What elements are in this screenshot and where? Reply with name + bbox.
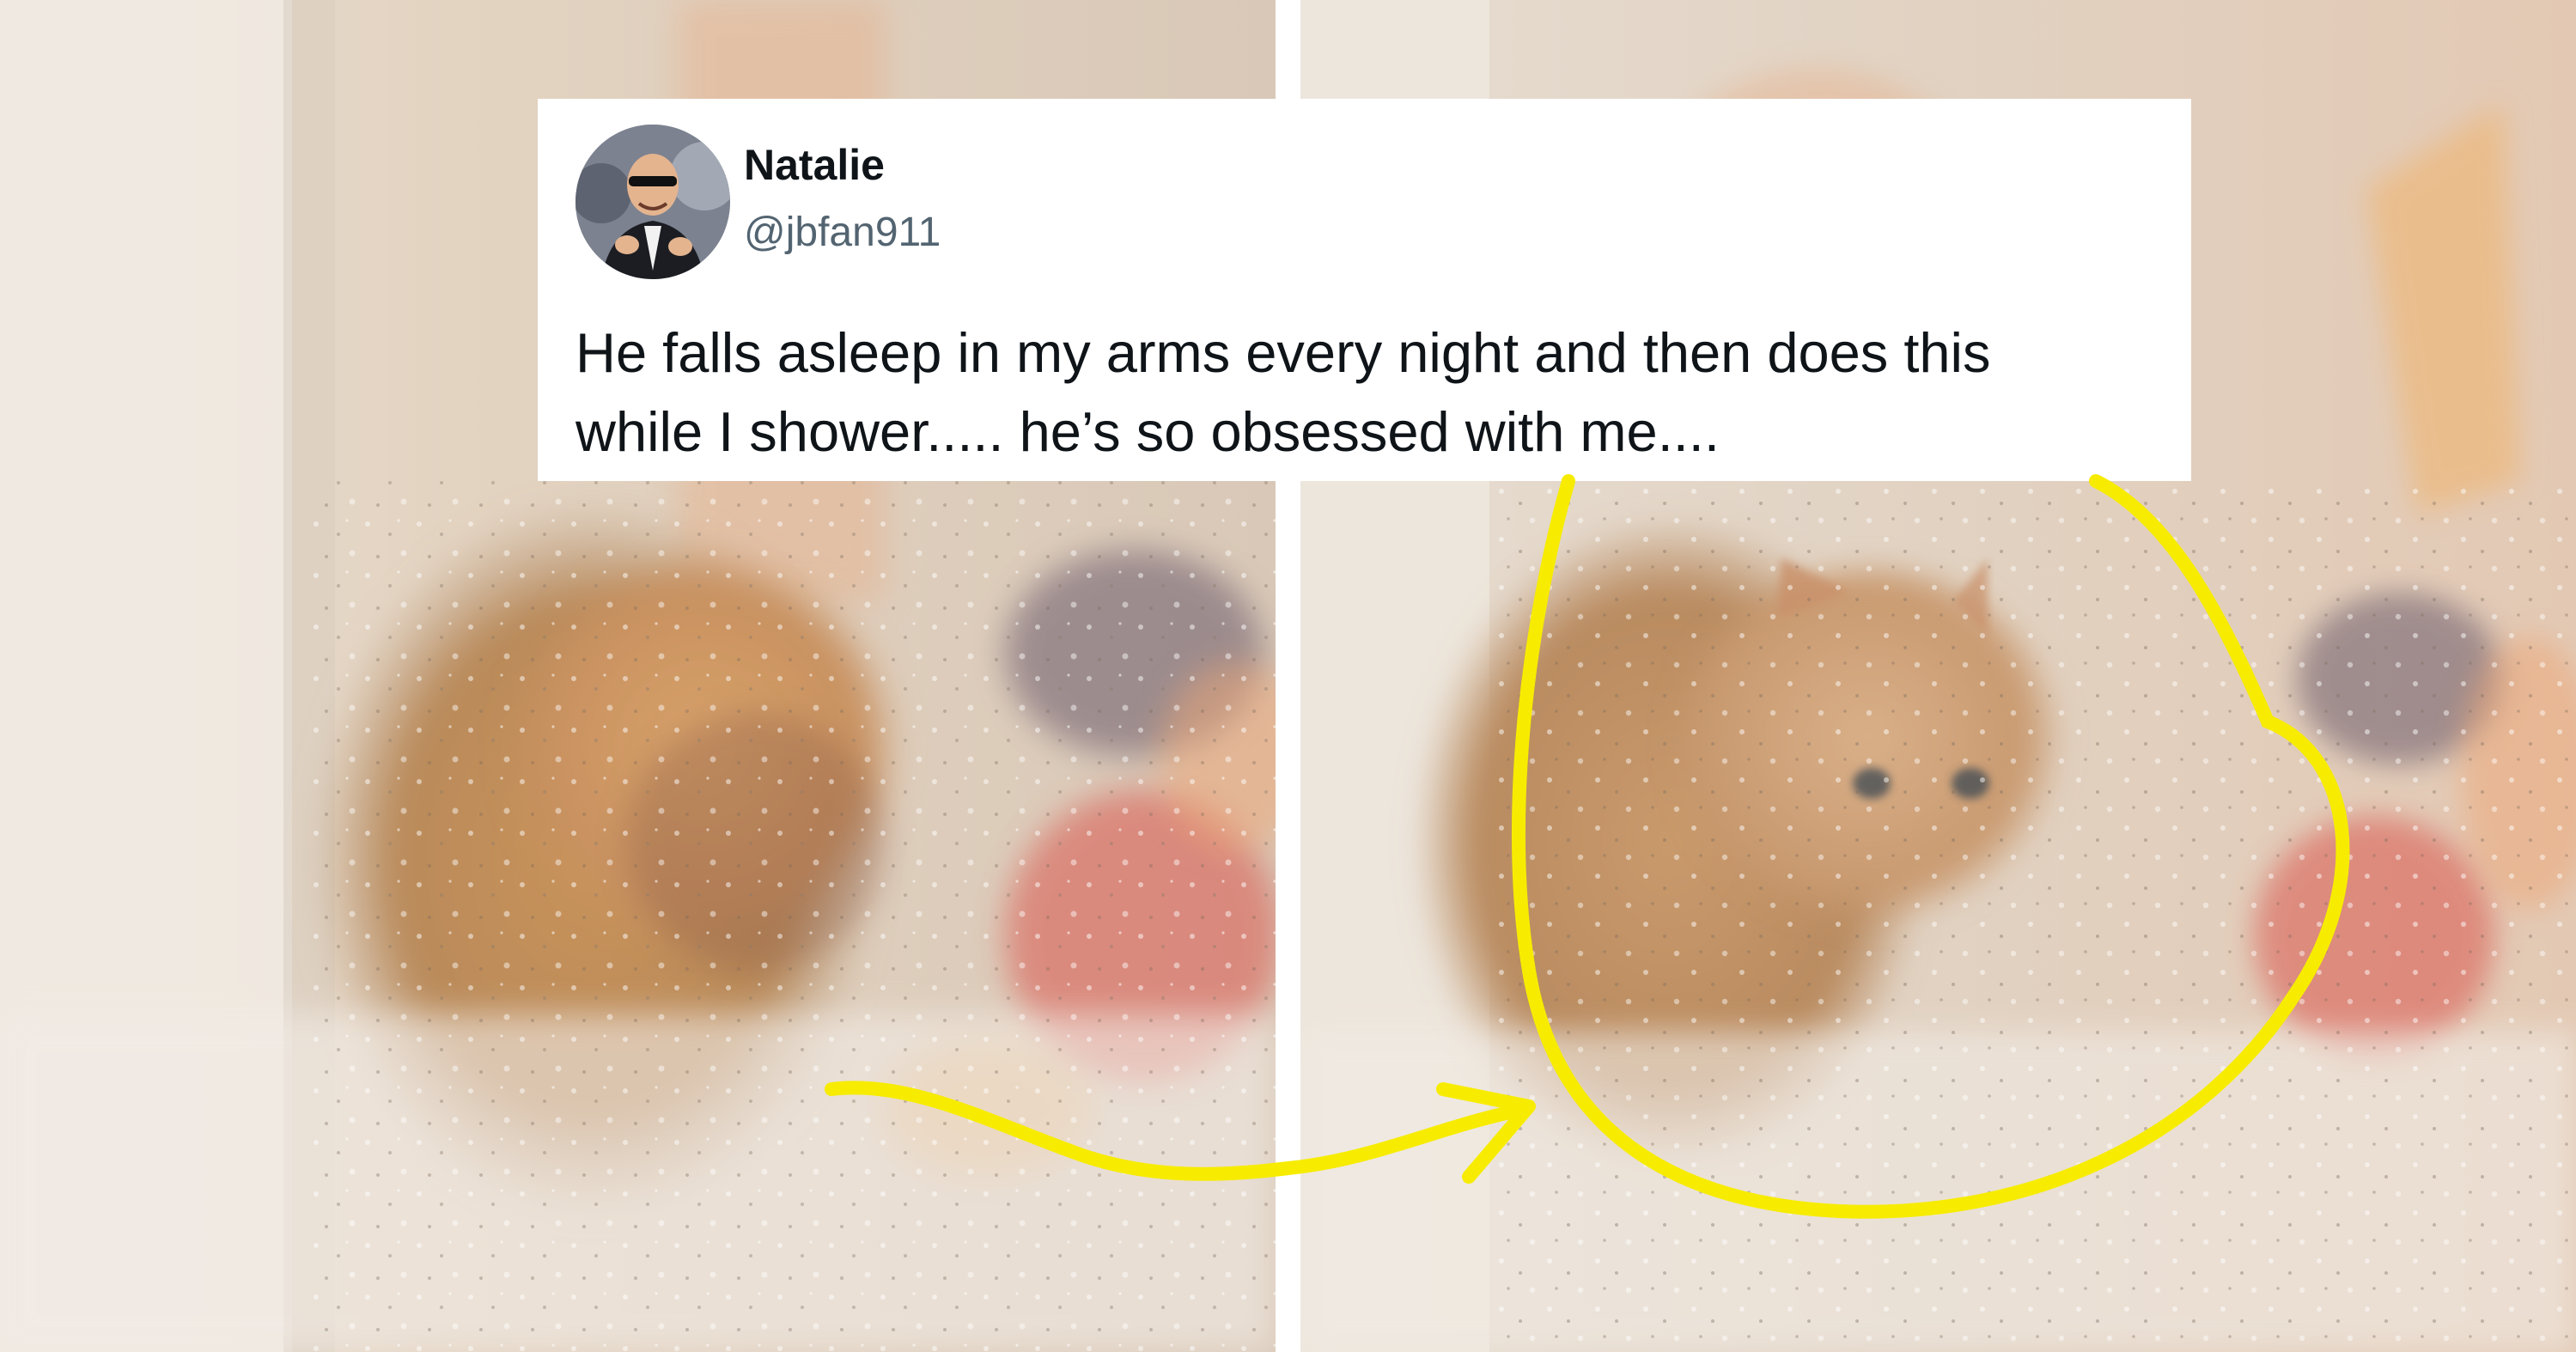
tweet-card: Natalie @jbfan911 He falls asleep in my … xyxy=(538,99,2191,481)
meme-canvas: Natalie @jbfan911 He falls asleep in my … xyxy=(0,0,2576,1352)
tweet-text-line-2: while I shower..... he’s so obsessed wit… xyxy=(575,400,1720,463)
tweet-text-line-1: He falls asleep in my arms every night a… xyxy=(575,321,1991,384)
user-handle[interactable]: @jbfan911 xyxy=(744,209,941,256)
user-avatar[interactable] xyxy=(575,125,730,279)
display-name[interactable]: Natalie xyxy=(744,140,885,190)
tweet-text: He falls asleep in my arms every night a… xyxy=(575,314,2173,472)
